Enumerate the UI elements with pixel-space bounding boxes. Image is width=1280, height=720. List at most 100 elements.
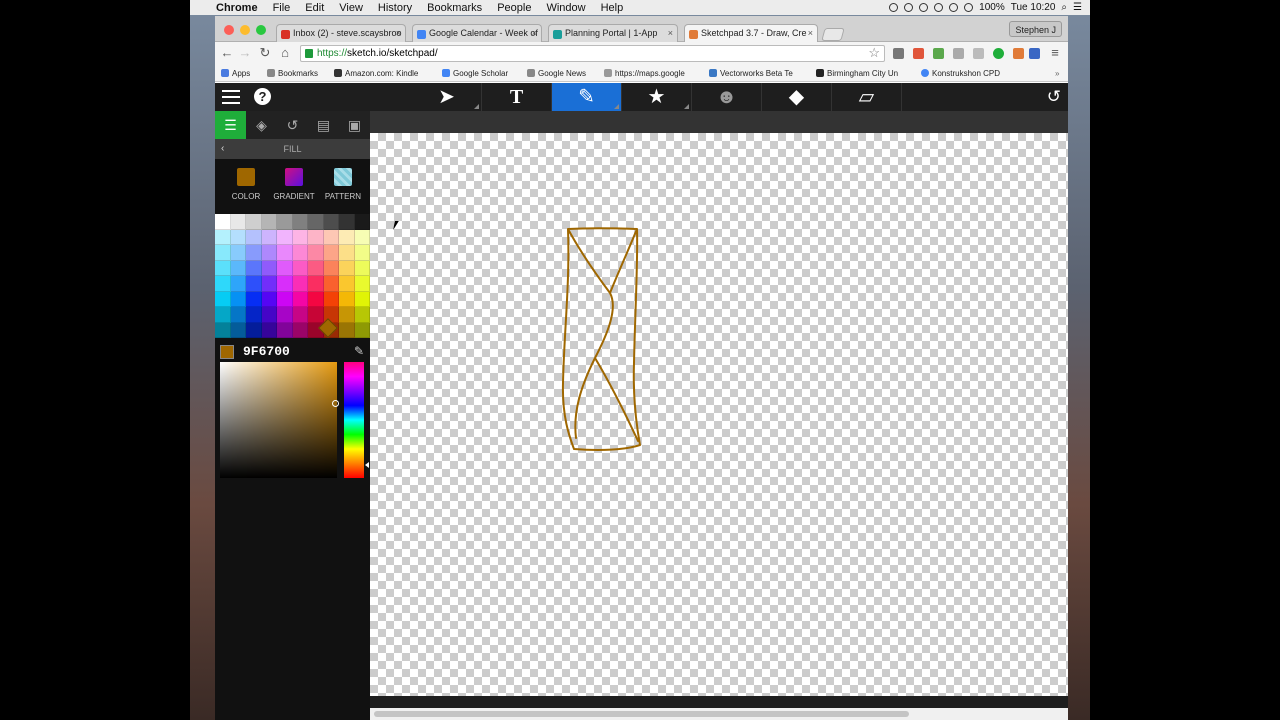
bookmark-item[interactable]: Google Scholar bbox=[442, 69, 508, 78]
palette-cell[interactable] bbox=[339, 291, 355, 307]
palette-cell[interactable] bbox=[230, 276, 246, 292]
close-icon[interactable]: × bbox=[668, 28, 673, 38]
menu-people[interactable]: People bbox=[497, 2, 531, 14]
profile-button[interactable]: Stephen J bbox=[1009, 21, 1062, 37]
palette-cell[interactable] bbox=[308, 245, 324, 261]
palette-cell[interactable] bbox=[246, 229, 262, 245]
palette-cell[interactable] bbox=[292, 260, 308, 276]
palette-cell[interactable] bbox=[339, 307, 355, 323]
palette-cell[interactable] bbox=[354, 307, 370, 323]
palette-cell[interactable] bbox=[339, 322, 355, 338]
palette-cell[interactable] bbox=[230, 260, 246, 276]
palette-cell[interactable] bbox=[308, 291, 324, 307]
palette-cell[interactable] bbox=[215, 307, 231, 323]
palette-cell[interactable] bbox=[215, 214, 231, 230]
hue-slider-handle[interactable] bbox=[365, 462, 369, 468]
palette-cell[interactable] bbox=[230, 322, 246, 338]
color-palette-grid[interactable] bbox=[215, 214, 370, 338]
palette-cell[interactable] bbox=[292, 291, 308, 307]
palette-cell[interactable] bbox=[354, 229, 370, 245]
palette-cell[interactable] bbox=[261, 214, 277, 230]
fill-color-option[interactable]: COLOR bbox=[221, 168, 271, 201]
palette-cell[interactable] bbox=[246, 214, 262, 230]
palette-cell[interactable] bbox=[215, 291, 231, 307]
extension-icon[interactable] bbox=[1029, 48, 1040, 59]
close-icon[interactable]: × bbox=[396, 28, 401, 38]
record-icon[interactable] bbox=[889, 3, 899, 12]
menu-view[interactable]: View bbox=[339, 2, 363, 14]
palette-cell[interactable] bbox=[323, 276, 339, 292]
tab-inbox[interactable]: Inbox (2) - steve.scaysbroo × bbox=[276, 24, 406, 43]
back-chevron-icon[interactable]: ‹ bbox=[221, 139, 224, 159]
sync-icon[interactable] bbox=[919, 3, 929, 12]
palette-cell[interactable] bbox=[277, 307, 293, 323]
palette-cell[interactable] bbox=[230, 307, 246, 323]
menu-file[interactable]: File bbox=[273, 2, 291, 14]
horizontal-scrollbar[interactable] bbox=[370, 708, 1068, 720]
palette-cell[interactable] bbox=[261, 322, 277, 338]
fill-bucket-icon[interactable]: ◆ bbox=[762, 83, 832, 111]
bookmark-item[interactable]: Amazon.com: Kindle bbox=[334, 69, 418, 78]
palette-cell[interactable] bbox=[277, 260, 293, 276]
bookmark-item[interactable]: Vectorworks Beta Te bbox=[709, 69, 793, 78]
palette-cell[interactable] bbox=[277, 214, 293, 230]
tab-planning-portal[interactable]: Planning Portal | 1-App × bbox=[548, 24, 678, 43]
palette-cell[interactable] bbox=[261, 245, 277, 261]
battery-percent[interactable]: 100% bbox=[979, 2, 1005, 13]
palette-cell[interactable] bbox=[230, 245, 246, 261]
fill-gradient-option[interactable]: GRADIENT bbox=[269, 168, 319, 201]
text-tool-icon[interactable]: T bbox=[482, 83, 552, 111]
palette-cell[interactable] bbox=[292, 214, 308, 230]
palette-cell[interactable] bbox=[323, 260, 339, 276]
save-icon[interactable]: ▣ bbox=[339, 111, 370, 139]
palette-cell[interactable] bbox=[354, 291, 370, 307]
stamp-star-icon[interactable]: ★ bbox=[622, 83, 692, 111]
history-icon[interactable]: ↺ bbox=[277, 111, 308, 139]
hex-value[interactable]: 9F6700 bbox=[243, 344, 290, 359]
fill-pattern-option[interactable]: PATTERN bbox=[318, 168, 368, 201]
extension-icon[interactable] bbox=[993, 48, 1004, 59]
wifi-icon[interactable] bbox=[949, 3, 959, 12]
menu-help[interactable]: Help bbox=[601, 2, 624, 14]
palette-cell[interactable] bbox=[354, 322, 370, 338]
scrollbar-thumb[interactable] bbox=[374, 711, 909, 717]
chrome-menu-icon[interactable]: ≡ bbox=[1047, 45, 1063, 60]
palette-cell[interactable] bbox=[215, 322, 231, 338]
palette-cell[interactable] bbox=[277, 276, 293, 292]
menu-window[interactable]: Window bbox=[546, 2, 585, 14]
bookmark-star-icon[interactable]: ☆ bbox=[868, 45, 880, 60]
bookmark-item[interactable]: Bookmarks bbox=[267, 69, 318, 78]
palette-cell[interactable] bbox=[323, 291, 339, 307]
palette-cell[interactable] bbox=[261, 307, 277, 323]
palette-cell[interactable] bbox=[277, 229, 293, 245]
back-icon[interactable]: ← bbox=[219, 45, 235, 60]
palette-cell[interactable] bbox=[323, 245, 339, 261]
menu-app-name[interactable]: Chrome bbox=[216, 2, 258, 14]
menu-history[interactable]: History bbox=[378, 2, 412, 14]
close-icon[interactable]: × bbox=[532, 28, 537, 38]
extension-icon[interactable] bbox=[973, 48, 984, 59]
palette-cell[interactable] bbox=[261, 291, 277, 307]
address-bar[interactable]: https://sketch.io/sketchpad/ ☆ bbox=[300, 45, 885, 62]
close-window-icon[interactable] bbox=[224, 25, 234, 35]
tab-calendar[interactable]: Google Calendar - Week of × bbox=[412, 24, 542, 43]
bookmark-item[interactable]: Birmingham City Un bbox=[816, 69, 898, 78]
forward-icon[interactable]: → bbox=[237, 45, 253, 60]
bookmark-item[interactable]: Konstrukshon CPD bbox=[921, 69, 1000, 78]
palette-cell[interactable] bbox=[215, 245, 231, 261]
palette-cell[interactable] bbox=[292, 245, 308, 261]
extension-icon[interactable] bbox=[893, 48, 904, 59]
palette-cell[interactable] bbox=[261, 276, 277, 292]
new-tab-button[interactable] bbox=[821, 28, 845, 41]
palette-cell[interactable] bbox=[246, 276, 262, 292]
eyedropper-icon[interactable]: ✎ bbox=[354, 344, 364, 358]
palette-cell[interactable] bbox=[323, 214, 339, 230]
palette-cell[interactable] bbox=[339, 260, 355, 276]
palette-cell[interactable] bbox=[261, 229, 277, 245]
palette-cell[interactable] bbox=[277, 322, 293, 338]
palette-cell[interactable] bbox=[246, 291, 262, 307]
hue-slider[interactable] bbox=[344, 362, 364, 478]
menu-bookmarks[interactable]: Bookmarks bbox=[427, 2, 482, 14]
palette-cell[interactable] bbox=[339, 214, 355, 230]
palette-cell[interactable] bbox=[261, 260, 277, 276]
